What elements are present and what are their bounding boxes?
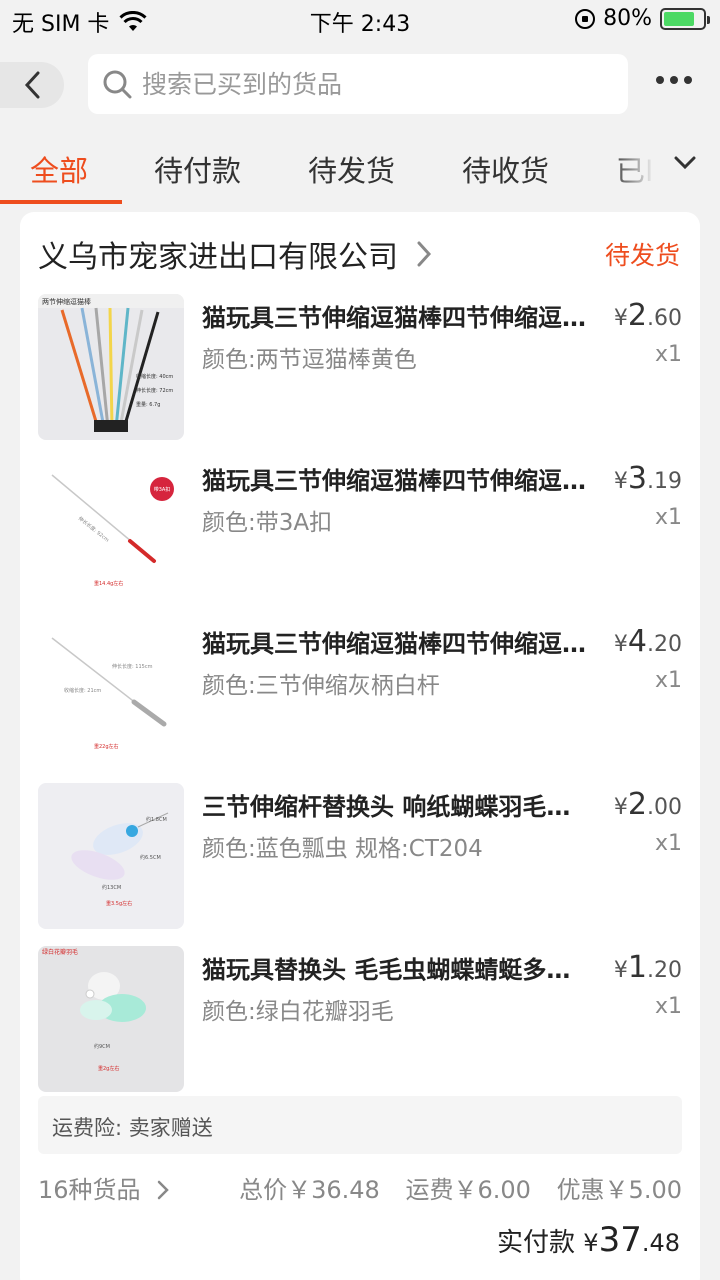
- dot-icon: [670, 76, 678, 84]
- order-tabs: 全部 待付款 待发货 待收货 已I: [0, 130, 720, 206]
- order-summary: 16种货品 总价￥36.48 运费￥6.00 优惠￥5.00: [38, 1170, 682, 1210]
- svg-text:约9CM: 约9CM: [94, 1043, 110, 1050]
- product-spec: 颜色:带3A扣: [202, 510, 333, 536]
- price-breakdown: 总价￥36.48 运费￥6.00 优惠￥5.00: [221, 1170, 682, 1205]
- svg-text:约6.5CM: 约6.5CM: [140, 854, 161, 861]
- dot-icon: [656, 76, 664, 84]
- product-price: ¥4.20: [613, 624, 682, 659]
- product-spec: 颜色:两节逗猫棒黄色: [202, 347, 417, 373]
- search-box[interactable]: [88, 54, 628, 114]
- product-quantity: x1: [654, 831, 682, 856]
- product-spec: 颜色:三节伸缩灰柄白杆: [202, 673, 440, 699]
- svg-text:重14.4g左右: 重14.4g左右: [94, 580, 123, 587]
- order-item[interactable]: 绿白花瓣羽毛 约9CM 重2g左右 猫玩具替换头 毛毛虫蝴蝶蜻蜓多款替换头 颜色…: [38, 946, 682, 1092]
- active-tab-indicator: [0, 200, 122, 204]
- svg-text:伸长长度: 72cm: 伸长长度: 72cm: [136, 387, 173, 394]
- more-options-button[interactable]: [656, 76, 692, 84]
- item-count: 16种货品: [38, 1176, 141, 1204]
- product-price: ¥1.20: [613, 950, 682, 985]
- svg-text:重3.5g左右: 重3.5g左右: [106, 900, 132, 907]
- svg-text:两节伸缩逗猫棒: 两节伸缩逗猫棒: [42, 297, 91, 306]
- product-quantity: x1: [654, 342, 682, 367]
- item-count-link[interactable]: 16种货品: [38, 1170, 170, 1205]
- product-quantity: x1: [654, 505, 682, 530]
- svg-text:收缩长度: 21cm: 收缩长度: 21cm: [64, 687, 101, 694]
- product-image: 两节伸缩逗猫棒 收缩长度: 40cm 伸长长度: 72cm 重量: 6.7g: [38, 294, 184, 440]
- tab-all[interactable]: 全部: [30, 148, 88, 190]
- product-price: ¥3.19: [613, 461, 682, 496]
- search-input[interactable]: [142, 69, 622, 99]
- product-image: 带3A扣 伸长长度: 92cm 重14.4g左右: [38, 457, 184, 603]
- svg-text:收缩长度: 40cm: 收缩长度: 40cm: [136, 373, 173, 380]
- paid-label: 实付款: [497, 1228, 576, 1258]
- svg-text:重2g左右: 重2g左右: [98, 1065, 119, 1072]
- product-quantity: x1: [654, 994, 682, 1019]
- order-item[interactable]: 两节伸缩逗猫棒 收缩长度: 40cm 伸长长度: 72cm 重量: 6.7g 猫…: [38, 294, 682, 440]
- status-bar: 无 SIM 卡 下午 2:43 80%: [0, 0, 720, 42]
- discount: 优惠￥5.00: [556, 1176, 682, 1204]
- status-right: 80%: [575, 6, 710, 31]
- product-title[interactable]: 三节伸缩杆替换头 响纸蝴蝶羽毛替换头: [202, 787, 587, 822]
- product-price: ¥2.60: [613, 298, 682, 333]
- battery-percent: 80%: [603, 6, 652, 31]
- product-spec: 颜色:绿白花瓣羽毛: [202, 999, 394, 1025]
- product-title[interactable]: 猫玩具三节伸缩逗猫棒四节伸缩逗猫棒: [202, 298, 587, 333]
- svg-text:约13CM: 约13CM: [102, 884, 121, 891]
- shipping-fee: 运费￥6.00: [405, 1176, 531, 1204]
- chevron-right-icon: [157, 1180, 169, 1200]
- paid-decimal: .48: [641, 1229, 680, 1257]
- order-card[interactable]: 义乌市宠家进出口有限公司 待发货 两节伸缩逗猫棒 收缩长度: 40cm 伸长长度…: [20, 212, 700, 1280]
- svg-text:重22g左右: 重22g左右: [94, 743, 119, 750]
- svg-text:伸长长度: 115cm: 伸长长度: 115cm: [112, 663, 153, 670]
- order-status: 待发货: [604, 241, 680, 270]
- paid-currency: ¥: [583, 1229, 599, 1257]
- product-title[interactable]: 猫玩具三节伸缩逗猫棒四节伸缩逗猫棒: [202, 461, 587, 496]
- svg-text:重量: 6.7g: 重量: 6.7g: [136, 401, 160, 408]
- product-price: ¥2.00: [613, 787, 682, 822]
- product-quantity: x1: [654, 668, 682, 693]
- battery-icon: [660, 7, 710, 30]
- product-spec: 颜色:蓝色瓢虫 规格:CT204: [202, 836, 483, 862]
- rotation-lock-icon: [575, 8, 596, 29]
- product-image: 伸长长度: 115cm 收缩长度: 21cm 重22g左右: [38, 620, 184, 766]
- paid-integer: 37: [598, 1220, 642, 1260]
- shop-row[interactable]: 义乌市宠家进出口有限公司 待发货: [38, 232, 680, 276]
- svg-text:约1.8CM: 约1.8CM: [146, 816, 167, 823]
- battery-fill: [664, 11, 695, 26]
- order-item[interactable]: 约1.8CM 约6.5CM 约13CM 重3.5g左右 三节伸缩杆替换头 响纸蝴…: [38, 783, 682, 929]
- back-button[interactable]: [0, 62, 64, 108]
- chevron-right-icon: [417, 241, 432, 267]
- order-item[interactable]: 带3A扣 伸长长度: 92cm 重14.4g左右 猫玩具三节伸缩逗猫棒四节伸缩逗…: [38, 457, 682, 603]
- chevron-down-icon[interactable]: [674, 156, 696, 170]
- tab-fade: [610, 130, 720, 206]
- product-image: 约1.8CM 约6.5CM 约13CM 重3.5g左右: [38, 783, 184, 929]
- svg-text:绿白花瓣羽毛: 绿白花瓣羽毛: [42, 948, 78, 956]
- dot-icon: [684, 76, 692, 84]
- product-title[interactable]: 猫玩具三节伸缩逗猫棒四节伸缩逗猫棒: [202, 624, 587, 659]
- shop-name[interactable]: 义乌市宠家进出口有限公司: [38, 232, 398, 276]
- tab-pending-payment[interactable]: 待付款: [154, 148, 241, 190]
- order-item[interactable]: 伸长长度: 115cm 收缩长度: 21cm 重22g左右 猫玩具三节伸缩逗猫棒…: [38, 620, 682, 766]
- svg-text:带3A扣: 带3A扣: [154, 486, 171, 493]
- tab-pending-receipt[interactable]: 待收货: [462, 148, 549, 190]
- shipping-insurance: 运费险: 卖家赠送: [38, 1096, 682, 1154]
- search-header: [0, 52, 720, 118]
- chevron-left-icon: [24, 71, 40, 99]
- product-image: 绿白花瓣羽毛 约9CM 重2g左右: [38, 946, 184, 1092]
- product-title[interactable]: 猫玩具替换头 毛毛虫蝴蝶蜻蜓多款替换头: [202, 950, 587, 985]
- paid-amount: 实付款 ¥37.48: [497, 1220, 680, 1260]
- tab-pending-shipment[interactable]: 待发货: [308, 148, 395, 190]
- search-icon: [103, 70, 132, 99]
- total-price: 总价￥36.48: [239, 1176, 380, 1204]
